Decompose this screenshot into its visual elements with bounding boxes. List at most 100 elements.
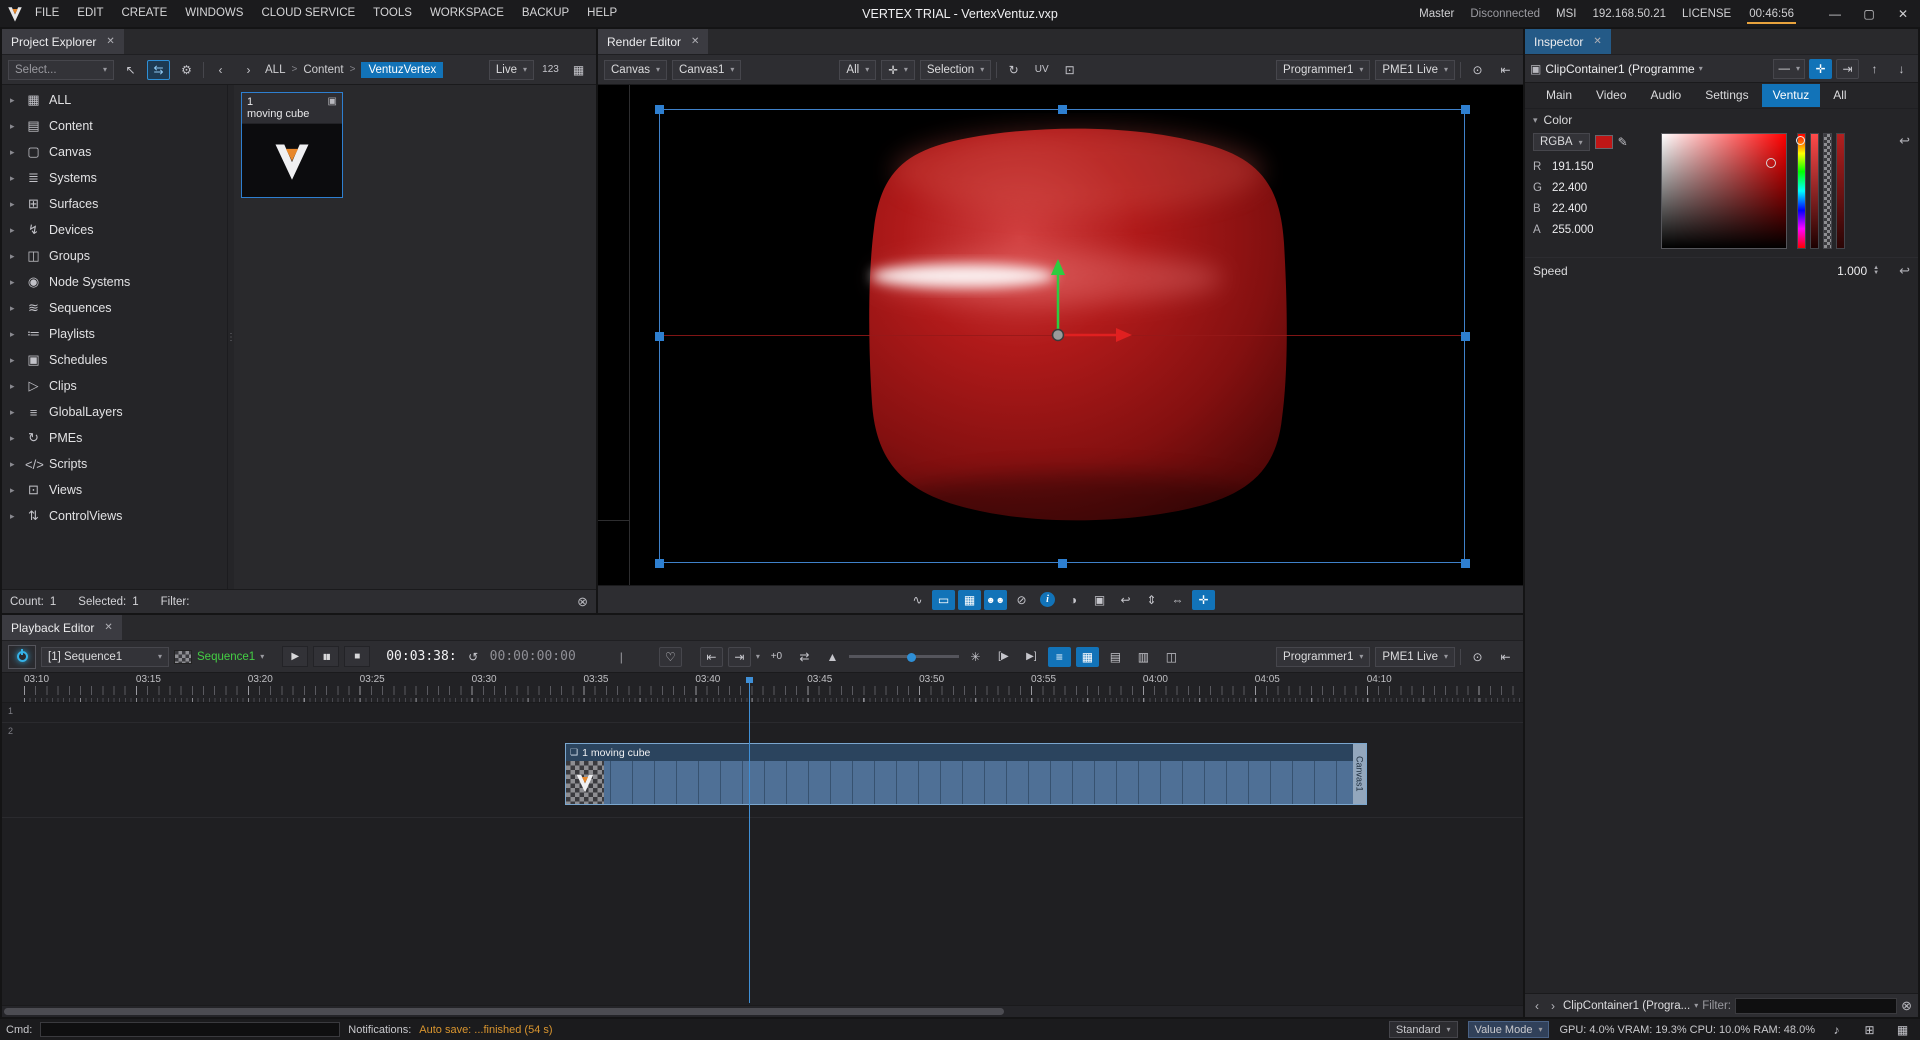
chevron-right-icon[interactable]: ▸ bbox=[10, 121, 18, 132]
tree-item[interactable]: ▸ ⇅ ControlViews bbox=[2, 503, 227, 529]
grid-overlay-icon[interactable]: ▦ bbox=[958, 590, 981, 610]
chevron-right-icon[interactable]: ▸ bbox=[10, 173, 18, 184]
tab-main[interactable]: Main bbox=[1535, 84, 1583, 107]
selection-handle[interactable] bbox=[655, 105, 664, 114]
clear-filter-icon[interactable]: ⊗ bbox=[577, 594, 588, 610]
multi-user-icon[interactable]: ☻☻ bbox=[984, 590, 1007, 610]
move-gizmo[interactable] bbox=[1018, 253, 1138, 348]
menu-item[interactable]: CREATE bbox=[113, 0, 177, 27]
channel-value-field[interactable]: 255.000 bbox=[1552, 224, 1594, 236]
breadcrumb-current[interactable]: VentuzVertex bbox=[361, 62, 443, 78]
chevron-down-icon[interactable]: ▾ bbox=[260, 652, 264, 661]
close-icon[interactable]: ✕ bbox=[106, 36, 114, 47]
menu-item[interactable]: HELP bbox=[578, 0, 626, 27]
filter-all-dropdown[interactable]: All ▾ bbox=[839, 60, 876, 80]
gizmo-y-arrow[interactable] bbox=[1051, 259, 1065, 275]
tab-playback-editor[interactable]: Playback Editor ✕ bbox=[2, 615, 122, 640]
menu-item[interactable]: FILE bbox=[26, 0, 68, 27]
close-icon[interactable]: ✕ bbox=[691, 36, 699, 47]
rotate-view-icon[interactable]: ↻ bbox=[1002, 60, 1025, 80]
grid-icon[interactable]: ▦ bbox=[1891, 1021, 1914, 1038]
pme-live-dropdown[interactable]: PME1 Live ▾ bbox=[1375, 647, 1455, 667]
canvas1-dropdown[interactable]: Canvas1 ▾ bbox=[672, 60, 741, 80]
channel-value-field[interactable]: 22.400 bbox=[1552, 182, 1587, 194]
horizontal-ruler-icon[interactable]: ⇔ bbox=[1166, 590, 1189, 610]
history-dropdown[interactable]: — ▾ bbox=[1773, 59, 1805, 79]
pme-live-dropdown[interactable]: PME1 Live ▾ bbox=[1375, 60, 1455, 80]
nav-forward-button[interactable]: › bbox=[237, 60, 260, 80]
license-button[interactable]: LICENSE bbox=[1682, 8, 1731, 20]
tab-all[interactable]: All bbox=[1822, 84, 1857, 107]
dock-icon[interactable]: ⇥ bbox=[1836, 59, 1859, 79]
chevron-right-icon[interactable]: ▸ bbox=[10, 303, 18, 314]
tree-item[interactable]: ▸ ≣ Systems bbox=[2, 165, 227, 191]
scrollbar-thumb[interactable] bbox=[4, 1008, 1004, 1015]
timeline-horizontal-scrollbar[interactable] bbox=[2, 1005, 1523, 1017]
pin-icon[interactable]: ⊙ bbox=[1466, 60, 1489, 80]
selection-handle[interactable] bbox=[1058, 559, 1067, 568]
vertical-ruler-icon[interactable]: ⇕ bbox=[1140, 590, 1163, 610]
clip-end-cap[interactable]: Canvas1 bbox=[1353, 744, 1366, 804]
programmer-dropdown[interactable]: Programmer1 ▾ bbox=[1276, 60, 1370, 80]
playhead-marker[interactable] bbox=[746, 677, 753, 683]
chevron-right-icon[interactable]: ▸ bbox=[10, 199, 18, 210]
gear-icon[interactable]: ⚙ bbox=[175, 60, 198, 80]
hue-strip[interactable] bbox=[1797, 133, 1806, 249]
move-down-icon[interactable]: ↓ bbox=[1890, 59, 1913, 79]
menu-item[interactable]: CLOUD SERVICE bbox=[252, 0, 364, 27]
alpha-strip[interactable] bbox=[1823, 133, 1832, 249]
chevron-right-icon[interactable]: ▸ bbox=[10, 459, 18, 470]
jump-zero-icon[interactable]: +0 bbox=[765, 647, 788, 667]
table-view-icon[interactable]: ▤ bbox=[1104, 647, 1127, 667]
tab-project-explorer[interactable]: Project Explorer ✕ bbox=[2, 29, 124, 54]
pause-button[interactable]: ▮▮ bbox=[313, 646, 339, 667]
asset-tile-moving-cube[interactable]: 1 ▣ moving cube bbox=[241, 92, 343, 198]
tone-strip[interactable] bbox=[1836, 133, 1845, 249]
tree-item[interactable]: ▸ </> Scripts bbox=[2, 451, 227, 477]
chevron-down-icon[interactable]: ▾ bbox=[756, 652, 760, 661]
menu-item[interactable]: WORKSPACE bbox=[421, 0, 513, 27]
transform-mode-dropdown[interactable]: ✛ ▾ bbox=[881, 60, 915, 80]
rows-view-icon[interactable]: ≡ bbox=[1048, 647, 1071, 667]
panes-view-icon[interactable]: ◫ bbox=[1160, 647, 1183, 667]
selection-handle[interactable] bbox=[1461, 332, 1470, 341]
close-icon[interactable]: ✕ bbox=[1593, 36, 1601, 47]
collapse-panel-icon[interactable]: ⇤ bbox=[1494, 647, 1517, 667]
active-sequence-name[interactable]: Sequence1 bbox=[197, 651, 255, 663]
close-button[interactable]: ✕ bbox=[1886, 0, 1920, 27]
selection-handle[interactable] bbox=[655, 559, 664, 568]
chevron-right-icon[interactable]: ▸ bbox=[10, 433, 18, 444]
tab-render-editor[interactable]: Render Editor ✕ bbox=[598, 29, 708, 54]
uv-view-button[interactable]: UV bbox=[1030, 60, 1053, 80]
quality-dropdown[interactable]: Standard ▾ bbox=[1389, 1021, 1458, 1038]
track-row-1[interactable]: 1 bbox=[2, 703, 1523, 723]
chevron-down-icon[interactable]: ▾ bbox=[1694, 1001, 1698, 1010]
snapshot-camera-icon[interactable]: ▣ bbox=[1088, 590, 1111, 610]
color-channel-row[interactable]: A 255.000 bbox=[1533, 219, 1651, 240]
sequence-dropdown[interactable]: [1] Sequence1 ▾ bbox=[41, 647, 169, 667]
shade-strip[interactable] bbox=[1810, 133, 1819, 249]
nav-forward-button[interactable]: › bbox=[1547, 999, 1559, 1013]
gizmo-x-arrow[interactable] bbox=[1116, 328, 1132, 342]
breadcrumb-all[interactable]: ALL bbox=[265, 64, 285, 76]
reset-view-icon[interactable]: ↩ bbox=[1114, 590, 1137, 610]
footer-breadcrumb[interactable]: ClipContainer1 (Progra... bbox=[1563, 1000, 1690, 1012]
texture-preview-icon[interactable]: ▭ bbox=[932, 590, 955, 610]
color-channel-row[interactable]: B 22.400 bbox=[1533, 198, 1651, 219]
live-mode-dropdown[interactable]: Live ▾ bbox=[489, 60, 534, 80]
play-button[interactable]: ▶ bbox=[282, 646, 308, 667]
filter-input[interactable] bbox=[1735, 998, 1897, 1014]
move-up-icon[interactable]: ↑ bbox=[1863, 59, 1886, 79]
chevron-right-icon[interactable]: ▸ bbox=[10, 277, 18, 288]
disable-render-icon[interactable]: ⊘ bbox=[1010, 590, 1033, 610]
next-cue-icon[interactable]: ⇥ bbox=[728, 647, 751, 667]
pointer-tool-icon[interactable]: ↖ bbox=[119, 60, 142, 80]
menu-item[interactable]: EDIT bbox=[68, 0, 112, 27]
project-content-area[interactable]: 1 ▣ moving cube bbox=[234, 85, 596, 589]
value-mode-dropdown[interactable]: Value Mode ▾ bbox=[1468, 1021, 1550, 1038]
tab-video[interactable]: Video bbox=[1585, 84, 1637, 107]
keyboard-icon[interactable]: ⊞ bbox=[1858, 1021, 1881, 1038]
timeline-tracks[interactable]: 1 2 ❏ 1 moving cube bbox=[2, 703, 1523, 1005]
chevron-right-icon[interactable]: ▸ bbox=[10, 251, 18, 262]
breadcrumb-content[interactable]: Content bbox=[303, 64, 343, 76]
